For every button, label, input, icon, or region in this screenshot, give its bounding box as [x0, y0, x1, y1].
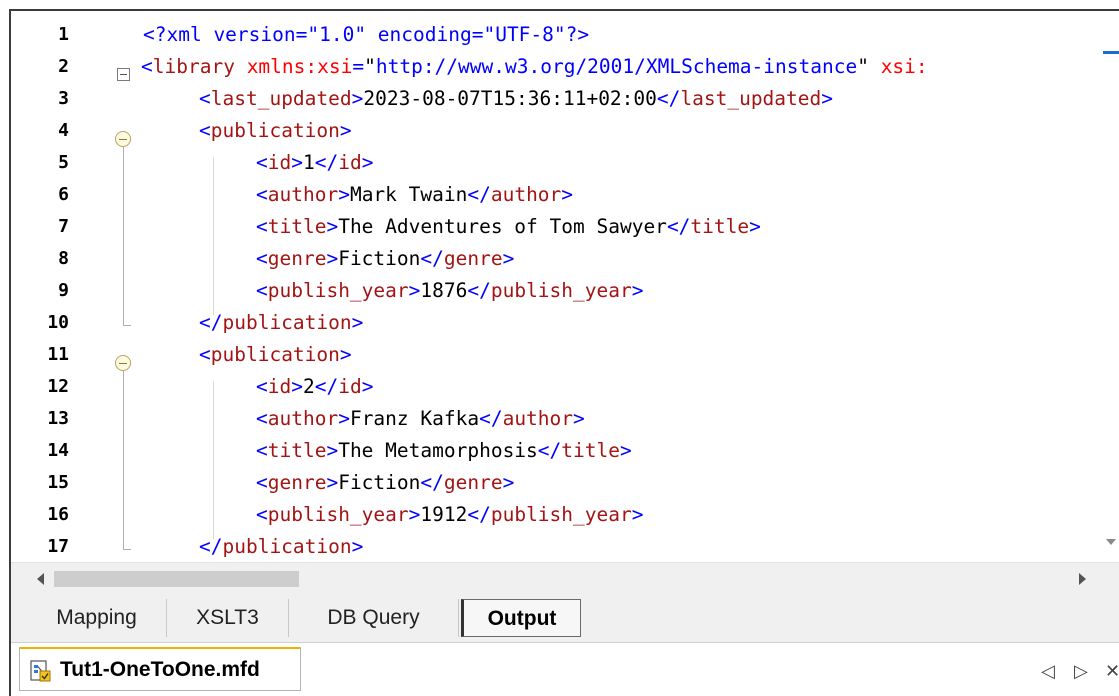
line-number: 7	[58, 216, 69, 237]
line-number: 17	[47, 536, 69, 557]
fold-end-marker	[123, 549, 131, 550]
line-number: 11	[47, 344, 69, 365]
scroll-thumb[interactable]	[54, 571, 299, 587]
line-number: 14	[47, 440, 69, 461]
fold-toggle-icon[interactable]	[117, 68, 130, 81]
code-line: 13 <author>Franz Kafka</author>	[11, 403, 1101, 435]
code-line: 9 <publish_year>1876</publish_year>	[11, 275, 1101, 307]
fold-range-line	[123, 147, 124, 325]
output-window: 1 <?xml version="1.0" encoding="UTF-8"?> 2…	[9, 9, 1119, 696]
code-line: 16 <publish_year>1912</publish_year>	[11, 499, 1101, 531]
code-text: <id>1</id>	[256, 151, 374, 174]
code-text: <author>Franz Kafka</author>	[256, 407, 585, 430]
line-number: 1	[58, 24, 69, 45]
code-line: 12 <id>2</id>	[11, 371, 1101, 403]
code-text: <library xmlns:xsi="http://www.w3.org/20…	[141, 55, 928, 78]
code-text: </publication>	[199, 535, 364, 558]
code-text: <last_updated>2023-08-07T15:36:11+02:00<…	[199, 87, 834, 110]
line-number: 3	[58, 88, 69, 109]
code-text: </publication>	[199, 311, 364, 334]
document-tab-bar: Tut1-OneToOne.mfd ◁ ▷ ✕	[11, 642, 1119, 696]
close-tab-icon[interactable]: ✕	[1105, 661, 1119, 682]
line-number: 5	[58, 152, 69, 173]
code-line: 8 <genre>Fiction</genre>	[11, 243, 1101, 275]
code-text: <genre>Fiction</genre>	[256, 471, 515, 494]
code-text: <publication>	[199, 343, 352, 366]
document-tab-label: Tut1-OneToOne.mfd	[60, 658, 260, 681]
horizontal-scrollbar[interactable]	[11, 562, 1119, 595]
line-number: 2	[58, 56, 69, 77]
code-line: 1 <?xml version="1.0" encoding="UTF-8"?>	[11, 19, 1101, 51]
indent-guide	[213, 157, 214, 315]
line-number: 9	[58, 280, 69, 301]
code-line: 5 <id>1</id>	[11, 147, 1101, 179]
fold-toggle-icon[interactable]	[115, 355, 131, 371]
code-line: 3 <last_updated>2023-08-07T15:36:11+02:00…	[11, 83, 1101, 115]
code-text: <title>The Metamorphosis</title>	[256, 439, 632, 462]
line-number: 15	[47, 472, 69, 493]
code-line: 11 <publication>	[11, 339, 1101, 371]
code-text: <id>2</id>	[256, 375, 374, 398]
next-tab-icon[interactable]: ▷	[1074, 661, 1088, 682]
tab-db-query[interactable]: DB Query	[289, 599, 459, 637]
code-line: 17 </publication>	[11, 531, 1101, 562]
fold-range-line	[123, 371, 124, 549]
document-tab[interactable]: Tut1-OneToOne.mfd	[19, 647, 301, 691]
line-number: 6	[58, 184, 69, 205]
line-number: 16	[47, 504, 69, 525]
tab-mapping[interactable]: Mapping	[27, 599, 167, 637]
tab-output[interactable]: Output	[461, 599, 581, 637]
fold-toggle-icon[interactable]	[115, 131, 131, 147]
indent-guide	[213, 381, 214, 539]
code-text: <genre>Fiction</genre>	[256, 247, 515, 270]
code-line: 15 <genre>Fiction</genre>	[11, 467, 1101, 499]
scroll-left-icon[interactable]	[37, 573, 44, 585]
scroll-right-icon[interactable]	[1079, 573, 1086, 585]
vertical-scrollbar[interactable]	[1102, 11, 1119, 562]
scroll-down-icon[interactable]	[1106, 539, 1116, 545]
mapping-file-icon	[30, 660, 51, 682]
code-line: 7 <title>The Adventures of Tom Sawyer</ti…	[11, 211, 1101, 243]
line-number: 12	[47, 376, 69, 397]
code-line: 10 </publication>	[11, 307, 1101, 339]
scroll-thumb[interactable]	[1103, 51, 1119, 54]
xml-output-editor[interactable]: 1 <?xml version="1.0" encoding="UTF-8"?> 2…	[11, 11, 1119, 562]
view-tab-bar: Mapping XSLT3 DB Query Output	[11, 594, 1119, 642]
line-number: 13	[47, 408, 69, 429]
code-text: <publish_year>1912</publish_year>	[256, 503, 644, 526]
code-text: <publication>	[199, 119, 352, 142]
line-number: 8	[58, 248, 69, 269]
code-text: <author>Mark Twain</author>	[256, 183, 574, 206]
code-line: 4 <publication>	[11, 115, 1101, 147]
line-number: 10	[47, 312, 69, 333]
tab-xslt3[interactable]: XSLT3	[167, 599, 289, 637]
fold-end-marker	[123, 325, 131, 326]
code-line: 6 <author>Mark Twain</author>	[11, 179, 1101, 211]
code-line: 2 <library xmlns:xsi="http://www.w3.org/2…	[11, 51, 1101, 83]
code-text: <publish_year>1876</publish_year>	[256, 279, 644, 302]
line-number: 4	[58, 120, 69, 141]
code-line: 14 <title>The Metamorphosis</title>	[11, 435, 1101, 467]
code-text: <title>The Adventures of Tom Sawyer</tit…	[256, 215, 761, 238]
prev-tab-icon[interactable]: ◁	[1041, 661, 1055, 682]
code-text: <?xml version="1.0" encoding="UTF-8"?>	[143, 23, 590, 46]
